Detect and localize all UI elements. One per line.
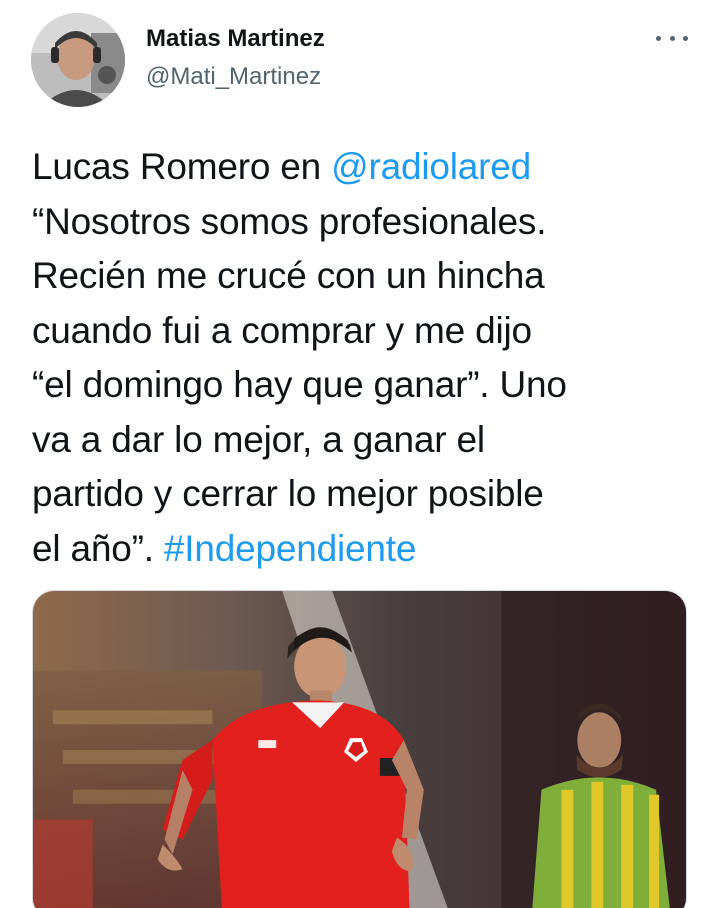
photo-image	[33, 591, 686, 908]
tweet-text-segment: “Nosotros somos profesionales. Recién me…	[32, 200, 567, 569]
avatar-image	[31, 13, 125, 107]
author-name[interactable]: Matias Martinez	[146, 25, 325, 53]
author-handle[interactable]: @Mati_Martinez	[146, 63, 321, 91]
more-horizontal-icon[interactable]	[656, 28, 688, 48]
tweet-text-segment: Lucas Romero en	[32, 146, 332, 187]
hashtag-link[interactable]: #Independiente	[164, 528, 417, 569]
tweet-card: Matias Martinez @Mati_Martinez Lucas Rom…	[0, 0, 719, 908]
dot	[683, 35, 688, 41]
avatar[interactable]	[31, 13, 125, 107]
tweet-text: Lucas Romero en @radiolared “Nosotros so…	[32, 140, 692, 576]
dot	[656, 35, 661, 41]
tweet-photo[interactable]	[32, 590, 687, 908]
mention-link[interactable]: @radiolared	[331, 146, 531, 187]
dot	[669, 35, 675, 41]
